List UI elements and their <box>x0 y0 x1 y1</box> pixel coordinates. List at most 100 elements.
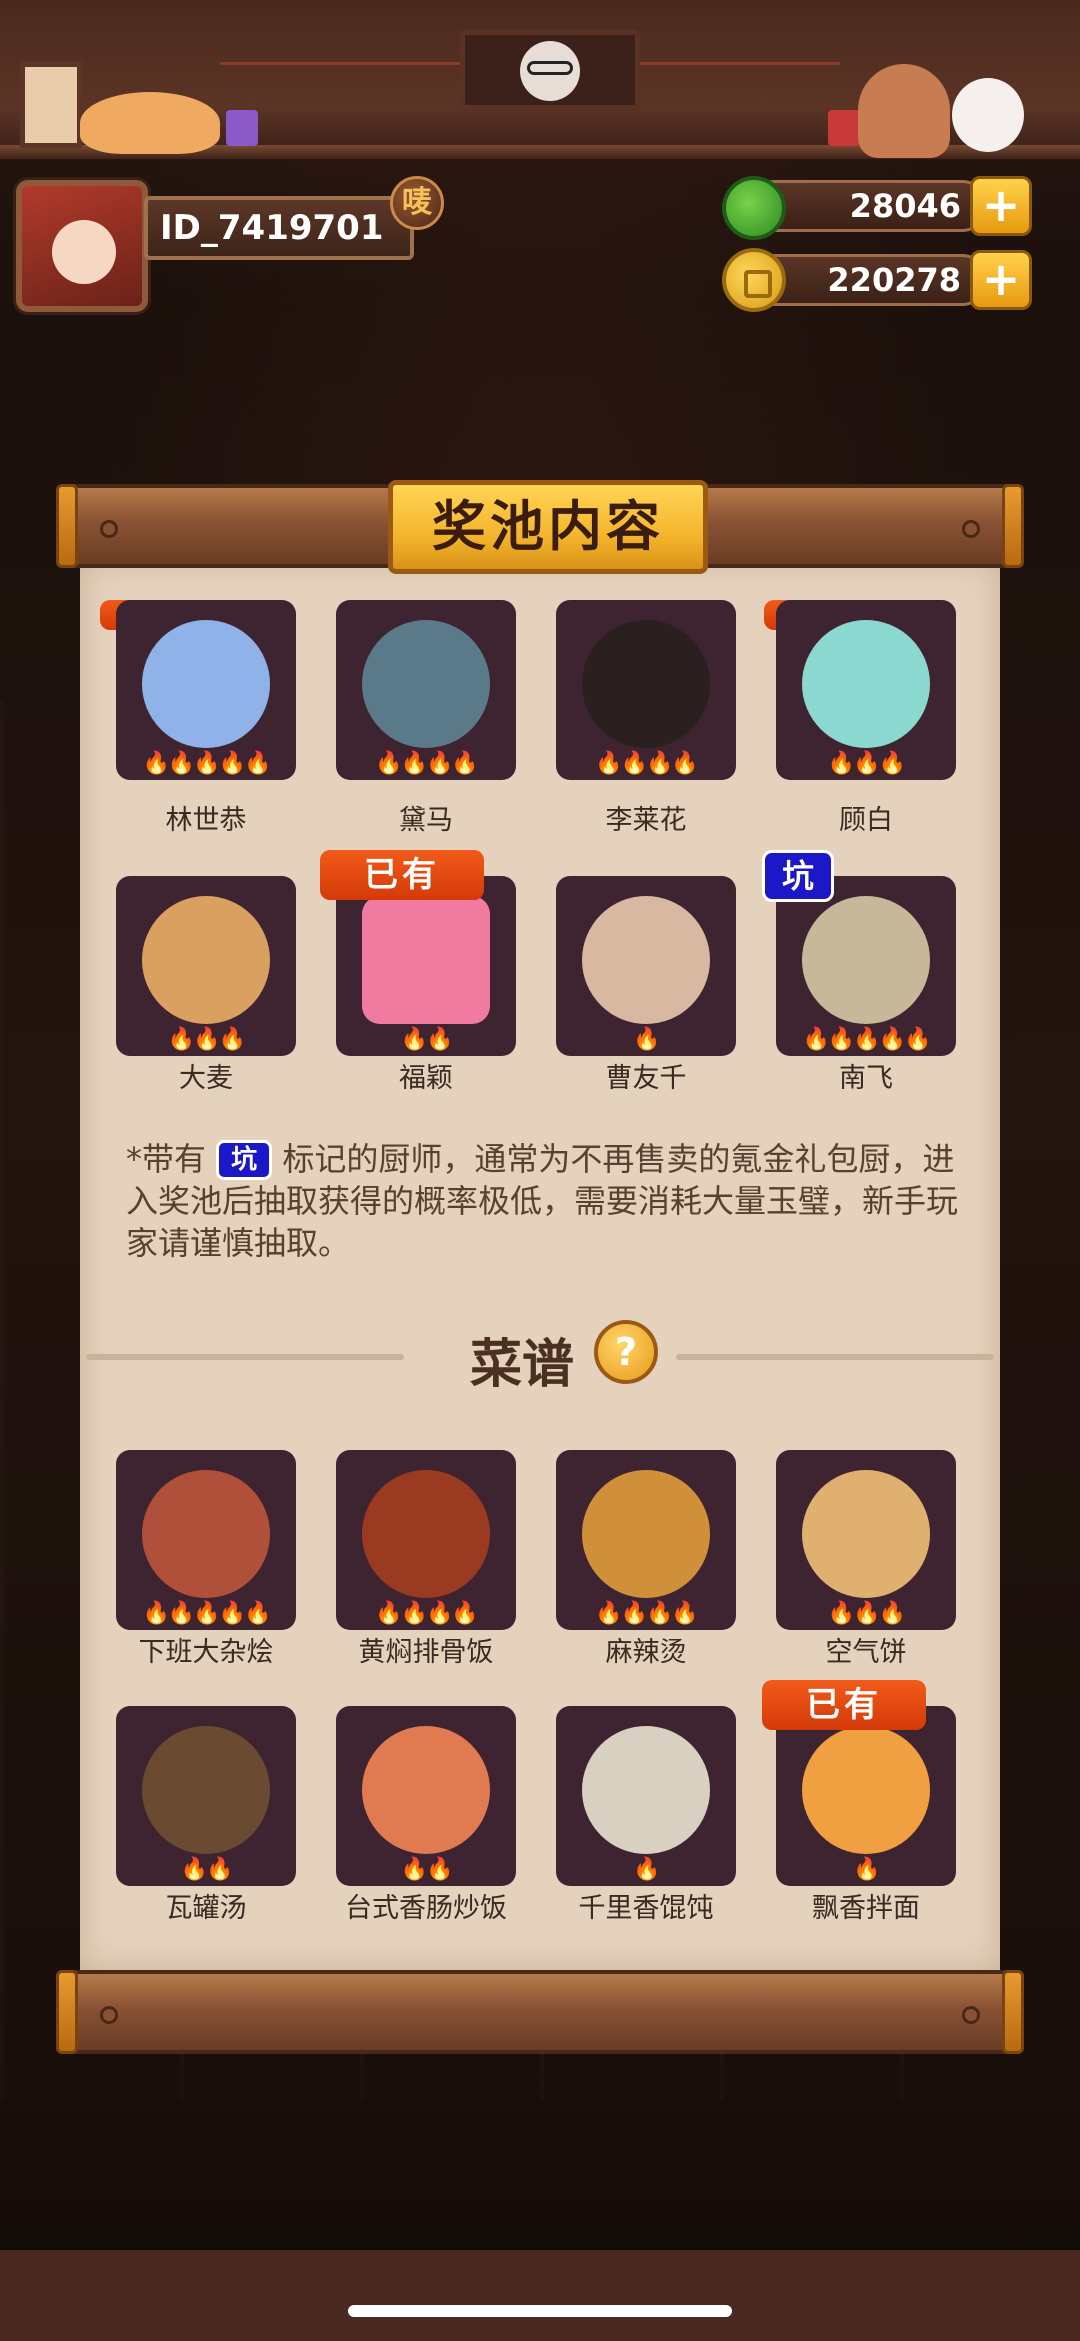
chef-portrait <box>802 620 930 748</box>
chef-card[interactable]: 🔥🔥🔥🔥🔥 <box>776 876 956 1056</box>
prize-pool-panel: 已有 已有 🔥🔥🔥🔥🔥 林世恭 🔥🔥🔥🔥 黛马 🔥🔥🔥🔥 李莱花 🔥🔥🔥 顾白 … <box>80 560 1000 1970</box>
dish-image <box>142 1726 270 1854</box>
recipe-card[interactable]: 🔥🔥🔥 <box>776 1450 956 1630</box>
chef-rating: 🔥🔥🔥 <box>827 751 906 776</box>
rod-cap-right <box>1002 484 1024 568</box>
player-badge[interactable]: 唛 <box>390 176 444 230</box>
recipe-rating: 🔥🔥🔥🔥🔥 <box>142 1601 272 1626</box>
chef-name: 曹友千 <box>605 1063 687 1094</box>
owned-tag: 已有 <box>762 1680 926 1730</box>
pit-warning-note: *带有 坑 标记的厨师，通常为不再售卖的氪金礼包厨，进入奖池后抽取获得的概率极低… <box>126 1138 966 1264</box>
chef-portrait <box>582 620 710 748</box>
recipe-rating: 🔥🔥 <box>400 1857 454 1882</box>
recipe-name: 下班大杂烩 <box>138 1637 274 1668</box>
pit-tag: 坑 <box>762 850 834 902</box>
recipe-name: 黄焖排骨饭 <box>358 1637 494 1668</box>
chef-portrait <box>142 896 270 1024</box>
chef-name: 大麦 <box>179 1063 233 1094</box>
note-prefix: *带有 <box>126 1140 207 1178</box>
home-indicator[interactable] <box>348 2305 732 2317</box>
rod-nail <box>100 520 118 538</box>
recipe-name: 空气饼 <box>825 1637 907 1668</box>
rod-cap-left <box>56 1970 78 2054</box>
rod-nail <box>962 2006 980 2024</box>
paw-picture-frame <box>20 62 82 148</box>
pit-inline-tag: 坑 <box>216 1140 273 1180</box>
sleeping-cat[interactable] <box>80 92 220 154</box>
chef-card[interactable]: 🔥🔥🔥🔥 <box>336 600 516 780</box>
recipe-rating: 🔥 <box>633 1857 660 1882</box>
recipe-card[interactable]: 🔥🔥 <box>336 1706 516 1886</box>
player-avatar[interactable] <box>16 180 148 312</box>
chef-rating: 🔥🔥🔥🔥🔥 <box>142 751 272 776</box>
divider-right <box>676 1354 994 1360</box>
chef-portrait <box>802 896 930 1024</box>
chef-name: 林世恭 <box>165 805 247 836</box>
recipe-name: 台式香肠炒饭 <box>345 1893 507 1924</box>
decoration-string <box>220 62 460 65</box>
player-id: ID_7419701 <box>144 196 414 260</box>
chef-rating: 🔥🔥🔥🔥🔥 <box>802 1027 932 1052</box>
recipe-rating: 🔥🔥🔥 <box>827 1601 906 1626</box>
recipe-card[interactable]: 🔥🔥🔥🔥🔥 <box>116 1450 296 1630</box>
rod-nail <box>962 520 980 538</box>
chef-name: 福颖 <box>399 1063 453 1094</box>
chef-rating: 🔥🔥🔥🔥 <box>595 751 699 776</box>
dish-image <box>802 1470 930 1598</box>
recipe-card[interactable]: 🔥 <box>556 1706 736 1886</box>
chef-portrait <box>362 896 490 1024</box>
chef-card[interactable]: 🔥 <box>556 876 736 1056</box>
recipe-rating: 🔥🔥🔥🔥 <box>595 1601 699 1626</box>
dish-image <box>362 1726 490 1854</box>
rod-cap-left <box>56 484 78 568</box>
chef-portrait <box>362 620 490 748</box>
chef-rating: 🔥🔥 <box>400 1027 454 1052</box>
panel-title: 奖池内容 <box>388 480 708 574</box>
jade-icon <box>722 176 786 240</box>
chef-name: 南飞 <box>839 1063 893 1094</box>
recipe-name: 麻辣烫 <box>605 1637 687 1668</box>
rod-nail <box>100 2006 118 2024</box>
chef-card[interactable]: 🔥🔥 <box>336 876 516 1056</box>
portrait-glasses <box>527 61 573 75</box>
chef-rating: 🔥 <box>633 1027 660 1052</box>
recipe-name: 飘香拌面 <box>812 1893 920 1924</box>
dish-image <box>582 1470 710 1598</box>
chef-card[interactable]: 🔥🔥🔥🔥 <box>556 600 736 780</box>
add-jade-button[interactable]: + <box>970 176 1032 236</box>
bottom-bar <box>0 2250 1080 2341</box>
recipes-title: 菜谱 <box>469 1335 574 1395</box>
recipe-card[interactable]: 🔥🔥🔥🔥 <box>556 1450 736 1630</box>
chef-card[interactable]: 🔥🔥🔥 <box>776 600 956 780</box>
white-cat[interactable] <box>952 78 1024 152</box>
recipe-rating: 🔥🔥🔥🔥 <box>375 1601 479 1626</box>
scroll-bottom-rod <box>56 1970 1024 2054</box>
prize-pool-content[interactable]: 已有 已有 🔥🔥🔥🔥🔥 林世恭 🔥🔥🔥🔥 黛马 🔥🔥🔥🔥 李莱花 🔥🔥🔥 顾白 … <box>80 560 1000 1970</box>
coin-icon <box>722 248 786 312</box>
chef-name: 黛马 <box>399 805 453 836</box>
dish-image <box>582 1726 710 1854</box>
help-button[interactable]: ? <box>594 1320 658 1384</box>
red-cup <box>828 110 860 146</box>
chef-card[interactable]: 🔥🔥🔥 <box>116 876 296 1056</box>
recipe-name: 千里香馄饨 <box>578 1893 714 1924</box>
purple-cup <box>226 110 258 146</box>
divider-left <box>86 1354 404 1360</box>
hanging-portrait[interactable] <box>460 30 640 110</box>
chef-rating: 🔥🔥🔥 <box>167 1027 246 1052</box>
recipe-rating: 🔥🔥 <box>180 1857 234 1882</box>
rod-cap-right <box>1002 1970 1024 2054</box>
chef-character[interactable] <box>858 64 950 158</box>
chef-portrait <box>142 620 270 748</box>
chef-portrait <box>582 896 710 1024</box>
recipe-name: 瓦罐汤 <box>165 1893 247 1924</box>
recipe-rating: 🔥 <box>853 1857 880 1882</box>
recipe-card[interactable]: 🔥 <box>776 1706 956 1886</box>
chef-name: 李莱花 <box>605 805 687 836</box>
recipe-card[interactable]: 🔥🔥 <box>116 1706 296 1886</box>
add-coins-button[interactable]: + <box>970 250 1032 310</box>
recipe-card[interactable]: 🔥🔥🔥🔥 <box>336 1450 516 1630</box>
chef-card[interactable]: 🔥🔥🔥🔥🔥 <box>116 600 296 780</box>
dish-image <box>362 1470 490 1598</box>
dish-image <box>802 1726 930 1854</box>
